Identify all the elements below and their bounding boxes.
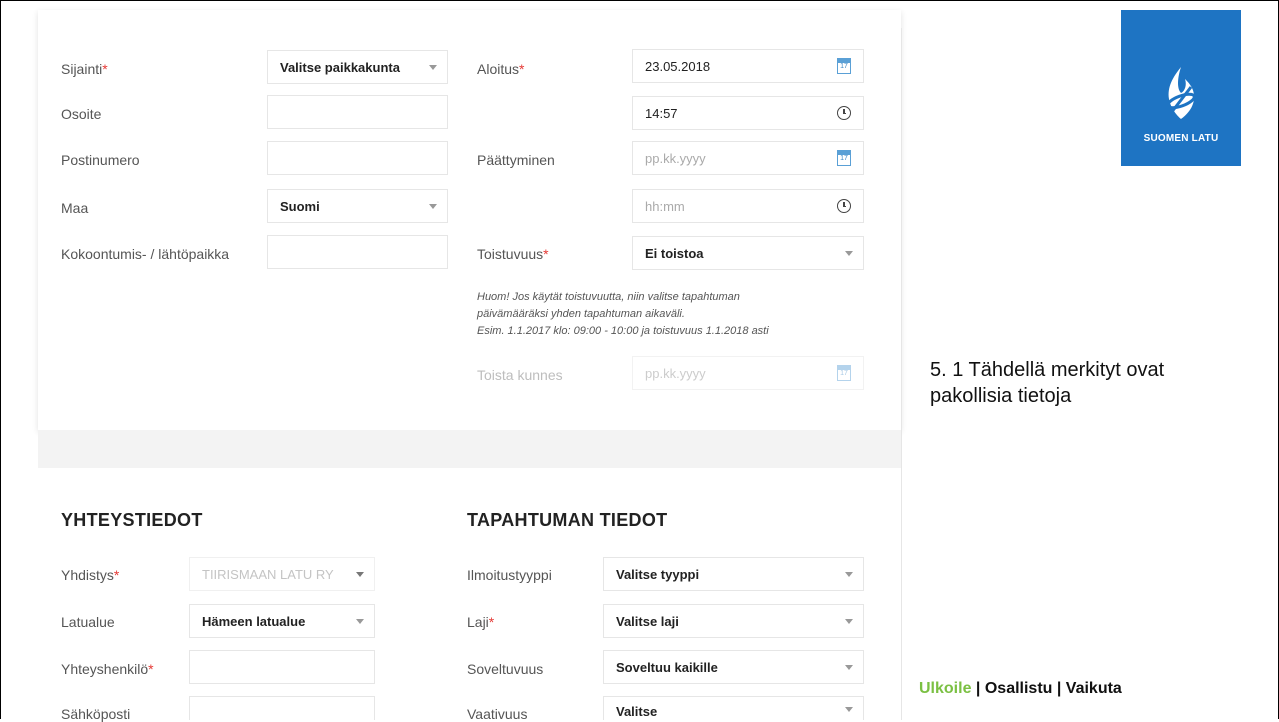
vaativuus-select[interactable]: Valitse	[603, 696, 864, 720]
sijainti-label: Sijainti*	[61, 61, 108, 77]
osoite-input[interactable]	[267, 95, 448, 129]
clock-icon[interactable]	[837, 199, 851, 213]
suomen-latu-logo: SUOMEN LATU	[1121, 10, 1241, 166]
postinumero-label: Postinumero	[61, 152, 140, 168]
laji-select[interactable]: Valitse laji	[603, 604, 864, 638]
ilmoitustyyppi-label: Ilmoitustyyppi	[467, 567, 552, 583]
toistuvuus-select[interactable]: Ei toistoa	[632, 236, 864, 270]
chevron-down-icon	[429, 65, 437, 70]
event-section-title: TAPAHTUMAN TIEDOT	[467, 510, 668, 530]
chevron-down-icon	[845, 251, 853, 256]
soveltuvuus-select[interactable]: Soveltuu kaikille	[603, 650, 864, 684]
yhdistys-select[interactable]: TIIRISMAAN LATU RY	[189, 557, 375, 591]
paattyminen-time-input[interactable]: hh:mm	[632, 189, 864, 223]
chevron-down-icon	[845, 707, 853, 712]
slide-annotation: 5. 1 Tähdellä merkityt ovat pakollisia t…	[930, 359, 1165, 407]
aloitus-label: Aloitus*	[477, 61, 525, 77]
toista-kunnes-input[interactable]: pp.kk.yyyy 17	[632, 356, 864, 390]
chevron-down-icon	[356, 619, 364, 624]
chevron-down-icon	[356, 572, 364, 577]
aloitus-date-input[interactable]: 23.05.2018 17	[632, 49, 864, 83]
latualue-select[interactable]: Hämeen latualue	[189, 604, 375, 638]
toistuvuus-label: Toistuvuus*	[477, 246, 549, 262]
chevron-down-icon	[845, 665, 853, 670]
divider-line	[901, 28, 902, 720]
yhdistys-label: Yhdistys*	[61, 567, 120, 583]
paattyminen-date-input[interactable]: pp.kk.yyyy 17	[632, 141, 864, 175]
chevron-down-icon	[429, 204, 437, 209]
toista-kunnes-label: Toista kunnes	[477, 367, 563, 383]
recurrence-note: Huom! Jos käytät toistuvuutta, niin vali…	[477, 291, 769, 337]
tagline: Ulkoile | Osallistu | Vaikuta	[919, 680, 1122, 697]
postinumero-input[interactable]	[267, 141, 448, 175]
kokoontumispaikka-label: Kokoontumis- / lähtöpaikka	[61, 246, 230, 262]
maa-select[interactable]: Suomi	[267, 189, 448, 223]
clock-icon[interactable]	[837, 106, 851, 120]
soveltuvuus-label: Soveltuvuus	[467, 661, 544, 677]
calendar-icon[interactable]: 17	[837, 365, 851, 381]
calendar-icon[interactable]: 17	[837, 58, 851, 74]
sijainti-select[interactable]: Valitse paikkakunta	[267, 50, 448, 84]
section-separator	[38, 430, 901, 468]
osoite-label: Osoite	[61, 106, 102, 122]
contact-section-title: YHTEYSTIEDOT	[61, 510, 203, 530]
kokoontumispaikka-input[interactable]	[267, 235, 448, 269]
maa-label: Maa	[61, 200, 89, 216]
flame-icon	[1166, 67, 1196, 119]
chevron-down-icon	[845, 572, 853, 577]
yhteyshenkilo-input[interactable]	[189, 650, 375, 684]
latualue-label: Latualue	[61, 614, 115, 630]
yhteyshenkilo-label: Yhteyshenkilö*	[61, 661, 154, 677]
sahkoposti-input[interactable]	[189, 696, 375, 720]
chevron-down-icon	[845, 619, 853, 624]
aloitus-time-input[interactable]: 14:57	[632, 96, 864, 130]
calendar-icon[interactable]: 17	[837, 150, 851, 166]
paattyminen-label: Päättyminen	[477, 152, 555, 168]
ilmoitustyyppi-select[interactable]: Valitse tyyppi	[603, 557, 864, 591]
laji-label: Laji*	[467, 614, 495, 630]
